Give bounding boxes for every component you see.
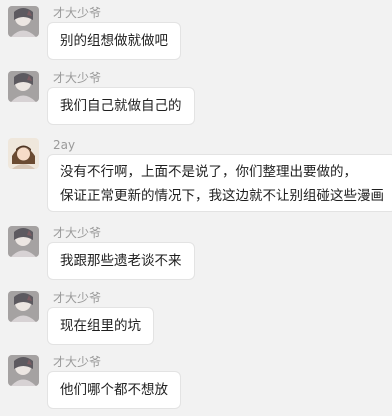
user-avatar[interactable] (8, 71, 39, 102)
user-avatar[interactable] (8, 355, 39, 386)
message-text: 现在组里的坑 (60, 318, 141, 334)
message-bubble[interactable]: 我们自己就做自己的 (47, 87, 195, 125)
sender-name: 才大少爷 (53, 6, 102, 20)
message-bubble[interactable]: 别的组想做就做吧 (47, 22, 181, 60)
message-bubble[interactable]: 我跟那些遗老谈不来 (47, 242, 195, 280)
sender-name: 才大少爷 (53, 71, 102, 85)
sender-name: 才大少爷 (53, 355, 102, 369)
sender-name: 才大少爷 (53, 226, 102, 240)
chat-message-list: 才大少爷 别的组想做就做吧 才大少爷 我们自己就做自己的 2ay 没有不行啊，上… (0, 0, 392, 416)
message-text: 他们哪个都不想放 (60, 382, 168, 398)
message-text-line: 没有不行啊，上面不是说了，你们整理出要做的， (60, 164, 357, 180)
message-text-line: 保证正常更新的情况下，我这边就不让别组碰这些漫画 (60, 188, 384, 204)
user-avatar[interactable] (8, 291, 39, 322)
message-text: 别的组想做就做吧 (60, 33, 168, 49)
user-avatar[interactable] (8, 226, 39, 257)
user-avatar[interactable] (8, 6, 39, 37)
message-bubble[interactable]: 没有不行啊，上面不是说了，你们整理出要做的， 保证正常更新的情况下，我这边就不让… (47, 154, 392, 212)
message-bubble[interactable]: 他们哪个都不想放 (47, 371, 181, 409)
message-text: 我跟那些遗老谈不来 (60, 253, 182, 269)
message-bubble[interactable]: 现在组里的坑 (47, 307, 154, 345)
sender-name: 2ay (53, 138, 76, 152)
user-avatar[interactable] (8, 138, 39, 169)
message-text: 我们自己就做自己的 (60, 98, 182, 114)
sender-name: 才大少爷 (53, 291, 102, 305)
